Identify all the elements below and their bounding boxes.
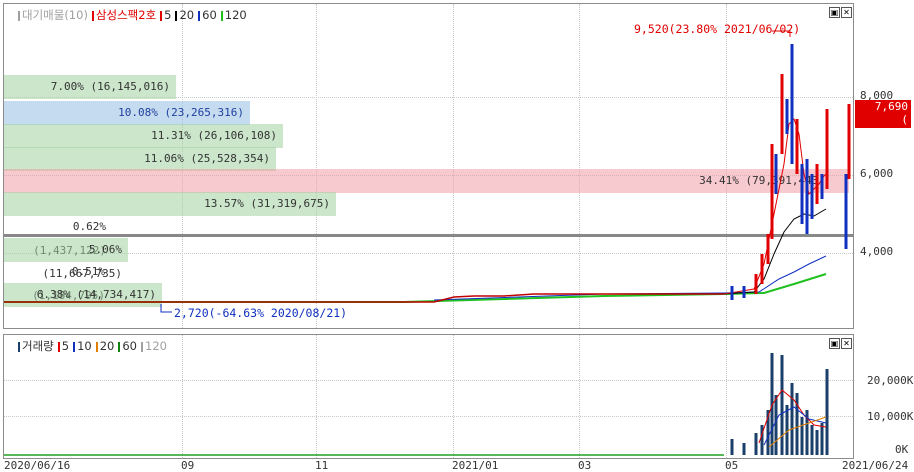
y-tick-label: 6,000 (860, 167, 894, 180)
x-tick-label: 03 (578, 459, 592, 472)
y-tick-label: 10,000K (867, 410, 914, 423)
price-chart-pane[interactable]: 대기매물(10) 삼성스팩2호 5 20 60 120 ▣ ✕ 7.00% (1… (3, 3, 854, 329)
x-tick-label: 11 (315, 459, 329, 472)
x-tick-label: 05 (725, 459, 739, 472)
price-chart-svg (4, 30, 851, 313)
high-annotation: 9,520(23.80% 2021/06/02) (634, 22, 801, 36)
volume-chart-svg (4, 353, 829, 456)
x-tick-label: 2021/06/24 (842, 459, 909, 472)
y-tick-label: 20,000K (867, 374, 914, 387)
x-tick-label: 2021/01 (452, 459, 499, 472)
volume-bars (730, 353, 829, 455)
x-tick-label: 09 (181, 459, 195, 472)
low-annotation-leader (160, 304, 172, 313)
current-price-tag: 7,690 ( 29.90%) (855, 100, 911, 139)
volume-chart-pane[interactable]: 거래량 5 10 20 60 120 ▣ ✕ (3, 334, 854, 459)
low-annotation: 2,720(-64.63% 2020/08/21) (174, 306, 348, 320)
ma120-line (4, 273, 827, 303)
x-tick-label: 2020/06/16 (4, 459, 71, 472)
y-tick-label: 0K (895, 443, 909, 456)
candles (730, 44, 851, 300)
y-tick-label: 4,000 (860, 245, 894, 258)
